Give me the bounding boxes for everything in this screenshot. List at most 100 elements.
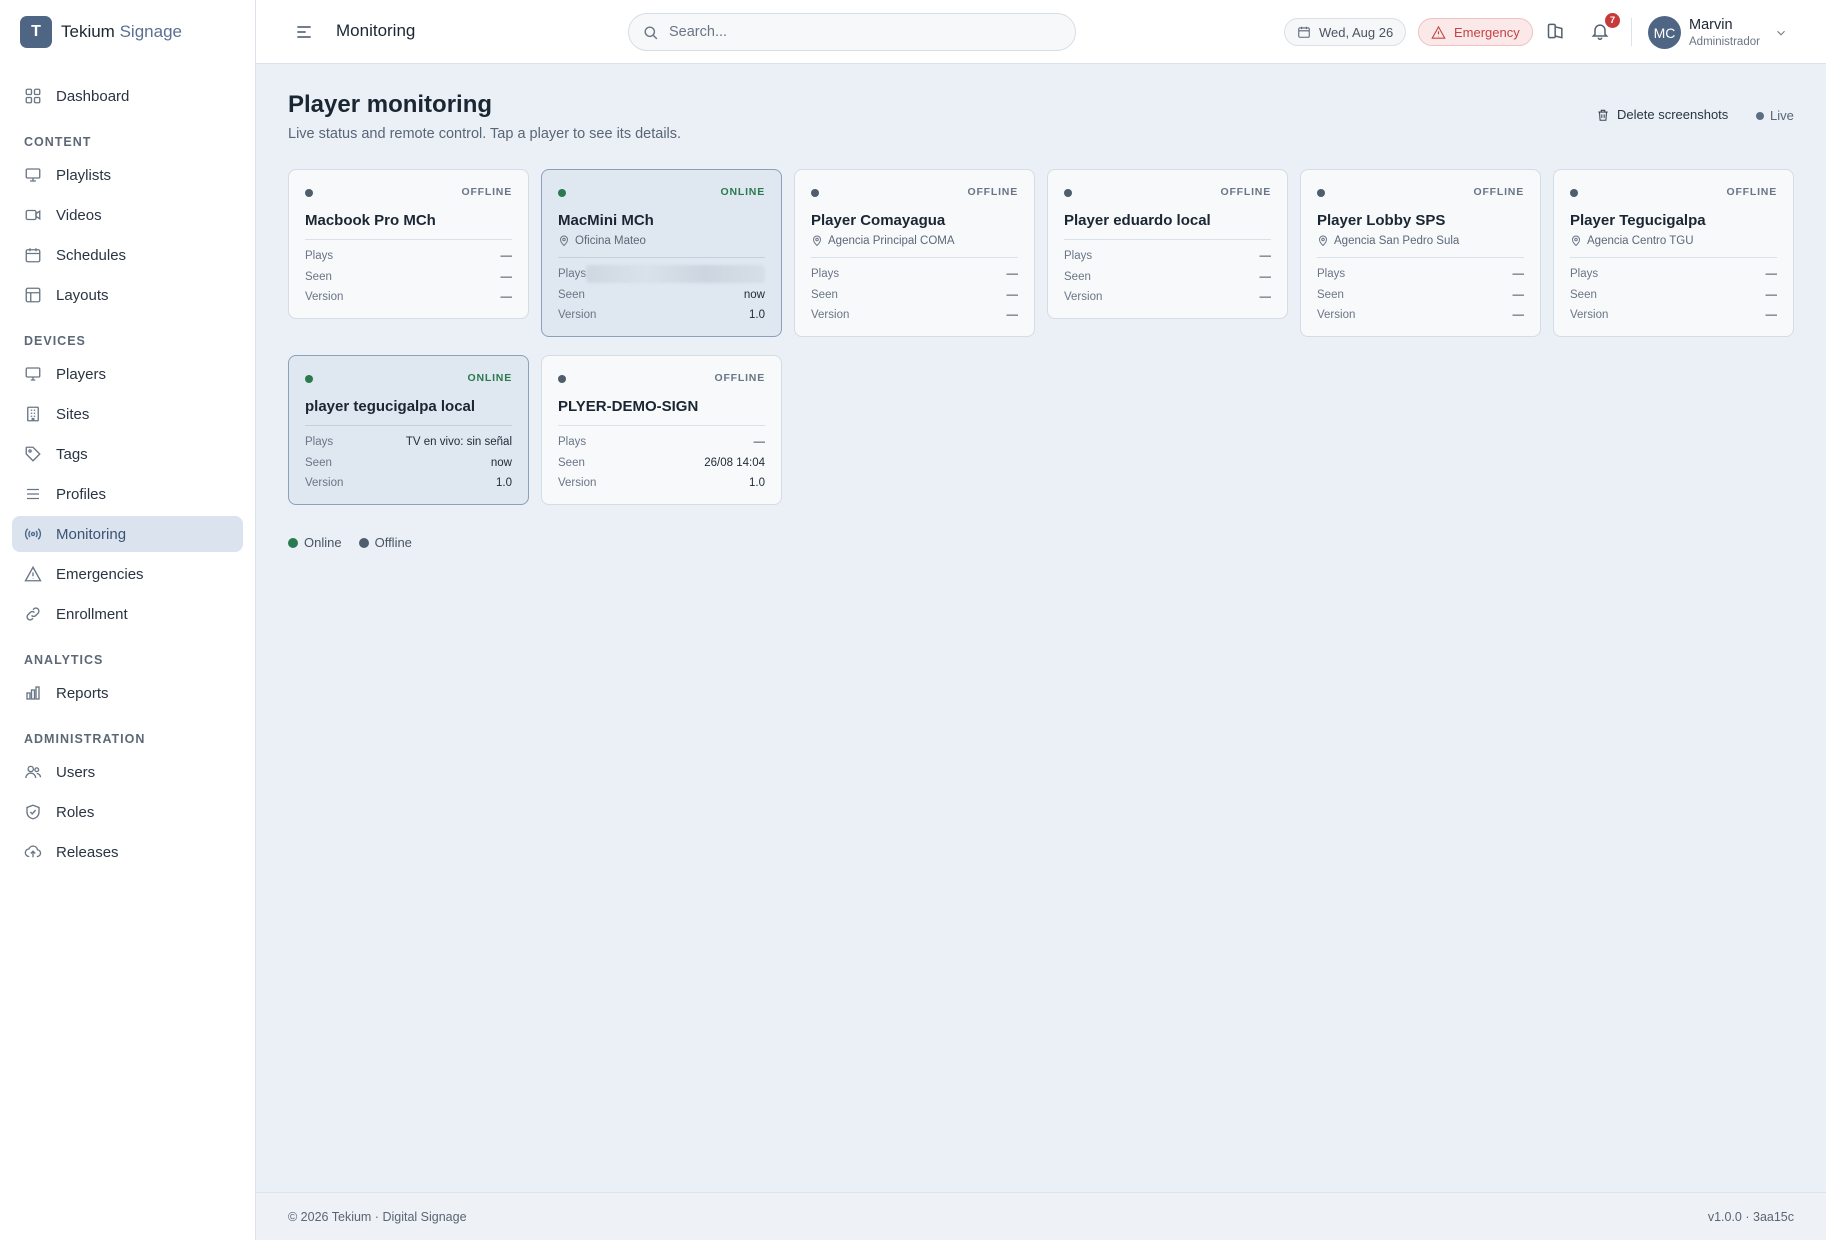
delete-screenshots-button[interactable]: Delete screenshots [1596,107,1728,122]
map-pin-icon [559,235,569,247]
status-dot [1317,189,1325,197]
date-pill[interactable]: Wed, Aug 26 [1284,18,1407,46]
top-bar: Monitoring Wed, Aug 26 Emergency 7 MC Ma… [256,0,1826,64]
player-card-macbook-pro-mch[interactable]: OFFLINE Macbook Pro MCh Plays — Seen — Ver… [288,169,529,319]
player-name: player tegucigalpa local [305,398,476,415]
sidebar-item-label: Tags [56,445,88,463]
emergency-button[interactable]: Emergency [1418,18,1533,46]
sidebar-item-layouts[interactable]: Layouts [12,277,243,313]
map-pin-icon [812,235,822,247]
users-icon [25,765,42,779]
version-value: 1.0 [749,477,765,490]
seen-value: — [1765,288,1778,301]
version-label: Version [1064,291,1103,304]
player-card-tegucigalpa[interactable]: OFFLINE Player Tegucigalpa Agencia Centr… [1553,169,1794,337]
search-icon [644,26,658,40]
seen-value: 26/08 14:04 [704,456,765,469]
plays-label: Plays [1570,268,1599,281]
sidebar-item-users[interactable]: Users [12,754,243,790]
brand[interactable]: T Tekium Signage [0,0,255,64]
plays-label: Plays [558,436,587,449]
seen-label: Seen [1570,288,1597,301]
status-badge: ONLINE [467,372,512,384]
player-card-macmini-mch[interactable]: ONLINE MacMini MCh Oficina Mateo Plays S… [541,169,782,337]
cloud-upload-icon [24,845,42,858]
sidebar-item-label: Enrollment [56,605,128,623]
sidebar-item-tags[interactable]: Tags [12,436,243,472]
player-card-tegucigalpa-local[interactable]: ONLINE player tegucigalpa local Plays TV … [288,355,529,505]
sidebar-item-label: Roles [56,803,95,821]
sidebar-item-emergencies[interactable]: Emergencies [12,556,243,592]
notification-badge: 7 [1605,13,1620,28]
version-value: — [1765,309,1778,322]
sidebar-item-label: Users [56,763,96,781]
sidebar-item-sites[interactable]: Sites [12,396,243,432]
status-badge: OFFLINE [967,186,1018,198]
sidebar-item-dashboard[interactable]: Dashboard [12,78,243,114]
user-role: Administrador [1689,36,1760,48]
avatar[interactable]: MC [1648,16,1681,49]
plays-value: — [1006,268,1019,281]
sidebar-item-players[interactable]: Players [12,356,243,392]
menu-toggle-icon[interactable] [294,22,314,42]
search-input[interactable] [669,14,1059,50]
plays-label: Plays [305,436,334,449]
seen-label: Seen [305,270,332,283]
sidebar-item-schedules[interactable]: Schedules [12,237,243,273]
sidebar-item-roles[interactable]: Roles [12,794,243,830]
brand-name-accent: Signage [119,22,182,41]
search-box[interactable] [628,13,1076,51]
sidebar-item-label: Layouts [56,286,109,304]
sidebar-item-videos[interactable]: Videos [12,197,243,233]
status-dot [1064,189,1072,197]
page-header-title: Monitoring [336,21,416,40]
version-label: Version [558,477,597,490]
plays-value: — [1512,268,1525,281]
sidebar-item-reports[interactable]: Reports [12,675,243,711]
layout-switch-icon[interactable] [1546,21,1566,41]
sidebar-item-playlists[interactable]: Playlists [12,157,243,193]
tag-icon [25,446,41,462]
version-value: — [500,291,513,304]
version-value: 1.0 [496,477,512,490]
page-subtitle: Live status and remote control. Tap a pl… [288,126,682,142]
sidebar-item-label: Videos [56,206,102,224]
sidebar-nav: Dashboard CONTENT Playlists Videos Sched… [0,64,255,870]
brand-logo: T [20,16,52,48]
player-card-plyer-demo-sign[interactable]: OFFLINE PLYER-DEMO-SIGN Plays — Seen 26/08… [541,355,782,505]
map-pin-icon [1318,235,1328,247]
player-name: PLYER-DEMO-SIGN [558,398,699,415]
plays-value: — [1259,250,1272,263]
plays-label: Plays [811,268,840,281]
plays-label: Plays [1064,250,1093,263]
sidebar-item-profiles[interactable]: Profiles [12,476,243,512]
seen-value: — [1512,288,1525,301]
calendar-icon [25,248,41,263]
version-label: Version [558,309,597,322]
sidebar-item-label: Reports [56,684,109,702]
section-devices: DEVICES [24,334,86,348]
user-name[interactable]: Marvin [1689,17,1733,33]
sidebar-item-label: Profiles [56,485,107,503]
sidebar-item-monitoring[interactable]: Monitoring [12,516,243,552]
plays-label: Plays [305,250,334,263]
monitor-icon [25,168,41,182]
sidebar-item-label: Monitoring [56,525,127,543]
chevron-down-icon[interactable] [1774,26,1788,40]
player-card-eduardo-local[interactable]: OFFLINE Player eduardo local Plays — Seen… [1047,169,1288,319]
plays-label: Plays [1317,268,1346,281]
player-card-comayagua[interactable]: OFFLINE Player Comayagua Agencia Princip… [794,169,1035,337]
legend-offline-label: Offline [374,535,412,550]
plays-value: — [1765,268,1778,281]
seen-value: — [1259,270,1272,283]
grid-icon [25,88,41,104]
shield-check-icon [26,804,40,820]
player-location: Agencia Principal COMA [828,235,955,247]
video-camera-icon [25,209,41,221]
player-card-lobby-sps[interactable]: OFFLINE Player Lobby SPS Agencia San Ped… [1300,169,1541,337]
list-icon [27,488,39,500]
sidebar-item-label: Schedules [56,246,127,264]
sidebar-item-enrollment[interactable]: Enrollment [12,596,243,632]
player-name: Player Lobby SPS [1317,212,1446,229]
sidebar-item-releases[interactable]: Releases [12,834,243,870]
